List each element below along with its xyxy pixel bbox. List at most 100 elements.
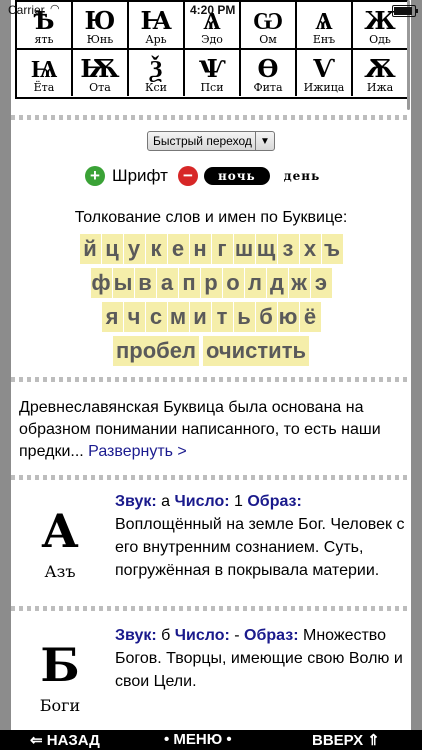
key[interactable]: ч xyxy=(123,302,145,332)
key[interactable]: ю xyxy=(277,302,299,332)
sound-value: б xyxy=(161,627,171,644)
battery-icon xyxy=(392,5,418,17)
key[interactable]: п xyxy=(178,268,200,298)
letter-cell[interactable]: Ѵ Ижица xyxy=(297,48,353,96)
letter-cell[interactable]: Ѳ Фита xyxy=(241,48,297,96)
key[interactable]: ь xyxy=(233,302,255,332)
key[interactable]: ж xyxy=(288,268,310,298)
key[interactable]: а xyxy=(156,268,178,298)
letter-cell[interactable]: Ѫ Ижа xyxy=(353,48,409,96)
keyboard-row-3: я ч с м и т ь б ю ё xyxy=(11,302,411,332)
key[interactable]: ъ xyxy=(321,234,343,264)
key[interactable]: д xyxy=(266,268,288,298)
letter-glyph: Ѫ xyxy=(364,54,396,83)
key[interactable]: в xyxy=(134,268,156,298)
key[interactable]: э xyxy=(310,268,332,298)
letter-name: Арь xyxy=(145,33,167,46)
letter-glyph: Ѭ xyxy=(80,54,120,83)
letter-cell[interactable]: Ѭ Ота xyxy=(73,48,129,96)
sound-label: Звук: xyxy=(115,493,157,510)
letter-image: Б Боги xyxy=(21,640,99,715)
font-increase-icon[interactable]: + xyxy=(85,166,105,186)
letter-name: Фита xyxy=(253,81,283,94)
key[interactable]: к xyxy=(145,234,167,264)
night-mode-button[interactable]: ночь xyxy=(203,167,270,185)
key[interactable]: с xyxy=(145,302,167,332)
letter-cell[interactable]: Ѩ Ёта xyxy=(17,48,73,96)
letter-cell[interactable]: Ѱ Пси xyxy=(185,48,241,96)
letter-name: Ом xyxy=(259,33,277,46)
key[interactable]: щ xyxy=(255,234,277,264)
entry-caption: Азъ xyxy=(44,562,76,581)
content-page[interactable]: Ѣять Ю Юнь Ꙗ Арь Ѧ Эдо Ѡ Ом Ѧ Енъ Ж Одь Ѩ Ёта Ѭ… xyxy=(11,0,411,730)
letter-name: Ёта xyxy=(33,81,55,94)
key[interactable]: ы xyxy=(112,268,134,298)
letter-name: Юнь xyxy=(86,33,114,46)
clear-key[interactable]: очистить xyxy=(202,336,309,366)
key[interactable]: у xyxy=(123,234,145,264)
keyboard-row-2: ф ы в а п р о л д ж э xyxy=(11,268,411,298)
entry-glyph: А xyxy=(41,504,79,558)
carrier-label: Carrier xyxy=(8,3,45,17)
key[interactable]: б xyxy=(255,302,277,332)
letter-name: Пси xyxy=(200,81,224,94)
letter-glyph: Ѵ xyxy=(313,54,335,83)
letter-glyph: Ѯ xyxy=(149,54,163,83)
key[interactable]: г xyxy=(211,234,233,264)
letter-glyph: Ѱ xyxy=(198,54,226,83)
image-label: Образ: xyxy=(247,493,302,510)
wifi-icon: ◠ xyxy=(50,3,60,15)
letter-glyph: Ѳ xyxy=(257,54,279,83)
key[interactable]: л xyxy=(244,268,266,298)
letter-name: Эдо xyxy=(201,33,223,46)
key[interactable]: м xyxy=(167,302,189,332)
dropdown-arrow-icon: ▼ xyxy=(255,132,274,150)
keyboard-row-1: й ц у к е н г ш щ з х ъ xyxy=(11,234,411,264)
quick-jump-select[interactable]: Быстрый переход ▼ xyxy=(147,131,275,151)
key[interactable]: т xyxy=(211,302,233,332)
back-button[interactable]: ⇐ НАЗАД xyxy=(30,731,100,749)
font-decrease-icon[interactable]: − xyxy=(177,166,198,186)
menu-button[interactable]: • МЕНЮ • xyxy=(164,731,232,748)
intro-text: Древнеславянская Буквица была основана н… xyxy=(19,397,411,463)
letter-name: Енъ xyxy=(312,33,336,46)
key[interactable]: н xyxy=(189,234,211,264)
letter-name: Кси xyxy=(144,81,167,94)
key[interactable]: ё xyxy=(299,302,321,332)
letter-name: Ижица xyxy=(303,81,345,94)
key[interactable]: е xyxy=(167,234,189,264)
number-label: Число: xyxy=(174,493,230,510)
letter-cell[interactable]: Ѯ Кси xyxy=(129,48,185,96)
font-label: Шрифт xyxy=(112,166,168,185)
clock: 4:20 PM xyxy=(190,3,236,17)
intro-body: Древнеславянская Буквица была основана н… xyxy=(19,399,381,460)
key[interactable]: й xyxy=(79,234,101,264)
key[interactable]: р xyxy=(200,268,222,298)
scroll-up-button[interactable]: ВВЕРХ ⇑ xyxy=(312,731,380,749)
key[interactable]: х xyxy=(299,234,321,264)
space-key[interactable]: пробел xyxy=(113,336,199,366)
image-label: Образ: xyxy=(244,627,299,644)
keyboard-title: Толкование слов и имен по Буквице: xyxy=(74,209,348,226)
sound-value: а xyxy=(161,493,171,510)
key[interactable]: я xyxy=(101,302,123,332)
expand-link[interactable]: Развернуть > xyxy=(88,443,187,460)
entry-glyph: Б xyxy=(40,638,80,692)
key[interactable]: о xyxy=(222,268,244,298)
key[interactable]: ш xyxy=(233,234,255,264)
key[interactable]: ф xyxy=(90,268,112,298)
letter-glyph: Ѩ xyxy=(30,54,58,83)
key[interactable]: з xyxy=(277,234,299,264)
letter-name: Ота xyxy=(89,81,111,94)
keyboard-row-4: пробел очистить xyxy=(11,336,411,366)
status-bar: Carrier ◠ 4:20 PM xyxy=(0,0,422,20)
key[interactable]: и xyxy=(189,302,211,332)
divider xyxy=(11,606,411,611)
bottom-nav-bar: ⇐ НАЗАД • МЕНЮ • ВВЕРХ ⇑ xyxy=(0,730,422,750)
entry-description: Звук: а Число: 1 Образ: Воплощённый на з… xyxy=(115,490,405,582)
key[interactable]: ц xyxy=(101,234,123,264)
divider xyxy=(11,475,411,480)
number-value: - xyxy=(234,627,240,644)
image-text: Воплощённый на земле Бог. Человек с его … xyxy=(115,516,405,579)
day-mode-button[interactable]: день xyxy=(284,169,321,183)
